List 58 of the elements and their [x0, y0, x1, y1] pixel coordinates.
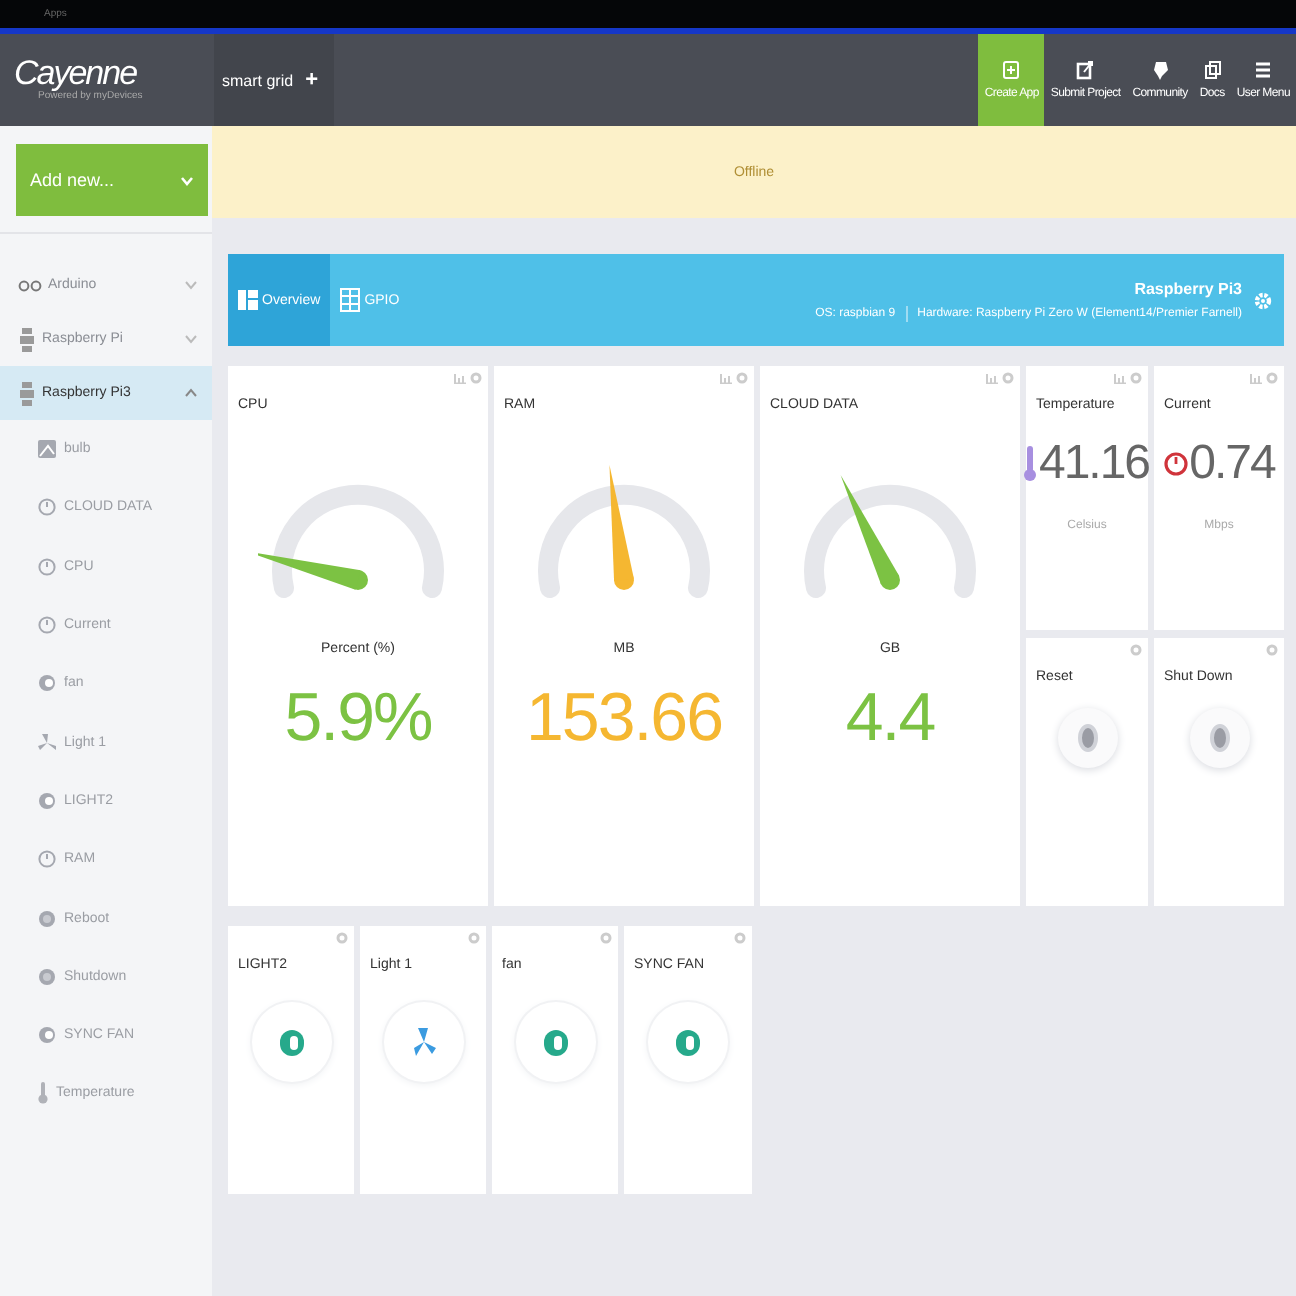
fan-icon: [38, 733, 56, 752]
settings-icon[interactable]: [600, 932, 612, 944]
chevron-down-icon[interactable]: [184, 280, 198, 290]
documents-icon: [1203, 60, 1222, 80]
toggle-icon: [38, 1026, 56, 1045]
project-tab[interactable]: smart grid +: [214, 34, 334, 126]
push-button[interactable]: [1057, 708, 1117, 768]
toggle-icon[interactable]: [279, 1029, 303, 1055]
power-button-icon: [38, 909, 56, 928]
chart-icon[interactable]: [1114, 372, 1126, 384]
add-project-icon[interactable]: +: [305, 68, 318, 92]
logo-text: Cayenne: [14, 58, 137, 90]
settings-icon[interactable]: [470, 372, 482, 384]
chart-icon[interactable]: [1250, 372, 1262, 384]
project-name[interactable]: smart grid: [222, 71, 294, 89]
share-icon: [1076, 60, 1095, 80]
chevron-down-icon: [180, 175, 194, 185]
menu-icon: [1254, 60, 1273, 80]
settings-icon[interactable]: [1130, 372, 1142, 384]
gauge-value: 153.66: [526, 680, 722, 758]
thermometer-icon: [1024, 446, 1037, 482]
layout-icon: [238, 290, 258, 310]
settings-icon[interactable]: [734, 932, 746, 944]
device-name: Raspberry Pi3: [1134, 279, 1242, 297]
power-button-icon: [38, 967, 56, 986]
chart-icon[interactable]: [720, 372, 732, 384]
toggle-icon: [38, 674, 56, 693]
chevron-down-icon[interactable]: [184, 334, 198, 344]
sensor-value: 41.16: [1038, 436, 1150, 492]
sensor-value: 0.74: [1189, 436, 1275, 492]
settings-icon[interactable]: [1130, 644, 1142, 656]
settings-icon[interactable]: [736, 372, 748, 384]
settings-icon[interactable]: [336, 932, 348, 944]
infinity-icon: [18, 279, 42, 291]
gauge-icon: [38, 498, 56, 517]
toggle-icon[interactable]: [543, 1029, 567, 1055]
chart-icon[interactable]: [986, 372, 998, 384]
add-new-button[interactable]: Add new...: [16, 144, 208, 216]
chevron-up-icon[interactable]: [184, 388, 198, 398]
settings-icon[interactable]: [468, 932, 480, 944]
image-icon: [38, 440, 56, 459]
gauge-value: 5.9%: [284, 680, 432, 758]
fan-icon[interactable]: [411, 1028, 435, 1056]
toggle-icon[interactable]: [676, 1029, 700, 1055]
thermometer-icon: [38, 1082, 48, 1105]
grid-icon: [340, 288, 361, 312]
plus-document-icon: [1002, 60, 1021, 80]
gauge-icon: [1163, 452, 1188, 476]
settings-icon[interactable]: [1266, 372, 1278, 384]
push-button[interactable]: [1189, 708, 1249, 768]
gauge-icon: [38, 557, 56, 576]
toggle-icon: [38, 791, 56, 810]
gauge-value: 4.4: [845, 680, 935, 758]
chart-icon[interactable]: [454, 372, 466, 384]
settings-icon[interactable]: [1266, 644, 1278, 656]
settings-icon[interactable]: [1002, 372, 1014, 384]
gauge-icon: [38, 616, 56, 635]
gauge-icon: [38, 850, 56, 869]
